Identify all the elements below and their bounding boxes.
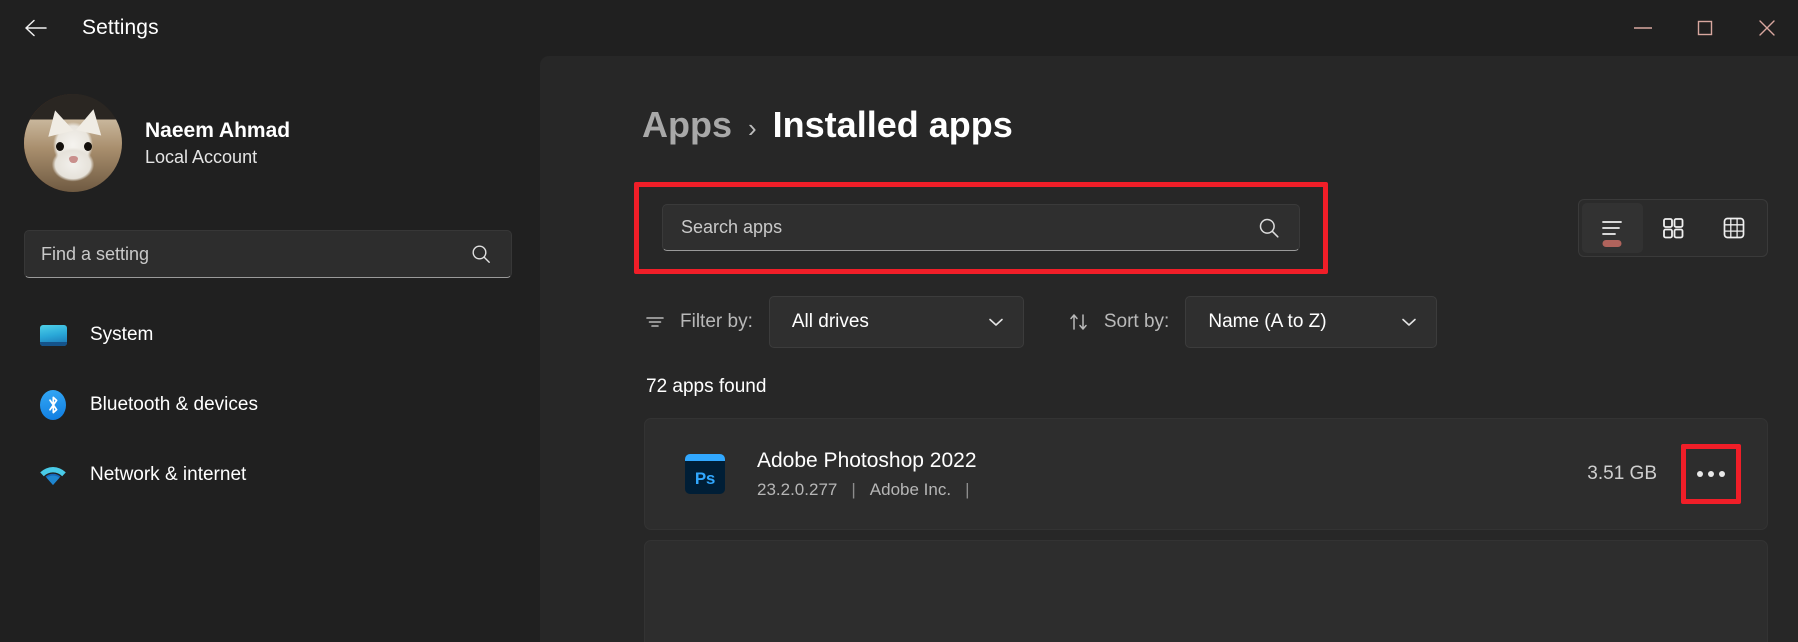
results-count: 72 apps found [646, 376, 767, 397]
app-size: 3.51 GB [1587, 463, 1657, 484]
avatar-decor [84, 142, 92, 151]
app-details: Adobe Photoshop 2022 23.2.0.277 | Adobe … [757, 448, 1587, 499]
sidebar-item-system[interactable]: System [20, 312, 526, 358]
app-publisher: Adobe Inc. [869, 479, 952, 499]
installed-apps-list: Ps Adobe Photoshop 2022 23.2.0.277 | Ado… [540, 418, 1798, 642]
app-name: Adobe Photoshop 2022 [757, 449, 977, 473]
minimize-icon [1634, 27, 1652, 29]
photoshop-icon-text: Ps [685, 454, 725, 494]
app-separator: | [965, 479, 970, 499]
title-bar: Settings [0, 0, 1798, 56]
chevron-down-icon [1399, 315, 1419, 329]
app-list-item[interactable] [644, 540, 1768, 642]
search-icon [1257, 216, 1281, 240]
sidebar-item-label: System [90, 324, 154, 345]
sidebar-item-bluetooth-devices[interactable]: Bluetooth & devices [20, 382, 526, 428]
filter-label: Filter by: [680, 311, 753, 332]
sort-value: Name (A to Z) [1208, 311, 1327, 332]
main-content: Apps › Installed apps Search apps Filter… [540, 56, 1798, 642]
breadcrumb-separator: › [748, 113, 757, 143]
monitor-icon [38, 320, 68, 350]
sidebar-item-network-internet[interactable]: Network & internet [20, 452, 526, 498]
photoshop-icon: Ps [683, 452, 727, 496]
view-toggle-list[interactable] [1582, 203, 1643, 253]
ellipsis-dot [1697, 471, 1703, 477]
sidebar-item-label: Network & internet [90, 464, 247, 485]
sort-icon [1066, 312, 1092, 332]
avatar [24, 94, 122, 192]
app-version: 23.2.0.277 [757, 479, 838, 499]
app-subtitle: 23.2.0.277 | Adobe Inc. | [757, 480, 1587, 500]
breadcrumb: Apps › Installed apps [642, 104, 1798, 146]
avatar-decor [56, 142, 64, 151]
sidebar-item-label: Bluetooth & devices [90, 394, 258, 415]
app-separator: | [851, 479, 856, 499]
back-arrow-icon [25, 19, 47, 37]
more-options-button[interactable] [1693, 456, 1729, 492]
account-text: Naeem Ahmad Local Account [145, 118, 290, 168]
maximize-icon [1697, 20, 1713, 36]
page-title: Installed apps [772, 104, 1013, 145]
filter-group: Filter by: All drives [642, 296, 1024, 348]
app-list-item[interactable]: Ps Adobe Photoshop 2022 23.2.0.277 | Ado… [644, 418, 1768, 530]
sort-dropdown[interactable]: Name (A to Z) [1185, 296, 1438, 348]
minimize-button[interactable] [1612, 0, 1674, 56]
close-icon [1759, 20, 1775, 36]
filter-value: All drives [791, 311, 869, 332]
wifi-icon [38, 460, 68, 490]
sort-group: Sort by: Name (A to Z) [1066, 296, 1438, 348]
table-icon [1723, 217, 1745, 239]
more-options-wrap [1681, 444, 1741, 504]
filter-sort-row: Filter by: All drives Sort by: Name (A t… [642, 296, 1798, 348]
find-a-setting-box[interactable] [24, 230, 512, 278]
search-icon [470, 243, 492, 265]
filter-icon [642, 313, 668, 331]
search-apps-input[interactable] [663, 217, 1257, 238]
filter-dropdown[interactable]: All drives [768, 296, 1024, 348]
sort-label: Sort by: [1103, 311, 1170, 332]
app-title: Settings [82, 16, 159, 39]
account-section[interactable]: Naeem Ahmad Local Account [24, 94, 540, 192]
settings-window: Settings Naeem Ahmad Local Account Find … [0, 0, 1798, 642]
view-toggle-details[interactable] [1703, 203, 1764, 253]
sidebar: Naeem Ahmad Local Account System [0, 56, 540, 642]
view-toggle-group [1578, 199, 1768, 257]
list-icon [1602, 221, 1623, 235]
avatar-decor [75, 106, 107, 136]
grid-icon [1663, 218, 1684, 239]
close-button[interactable] [1736, 0, 1798, 56]
chevron-down-icon [986, 315, 1006, 329]
ellipsis-dot [1708, 471, 1714, 477]
view-toggle-grid[interactable] [1643, 203, 1704, 253]
find-a-setting-input[interactable] [25, 243, 470, 265]
avatar-photo [24, 94, 122, 192]
account-type: Local Account [145, 147, 258, 168]
breadcrumb-parent[interactable]: Apps [642, 104, 732, 146]
account-name: Naeem Ahmad [145, 118, 291, 142]
window-controls [1612, 0, 1798, 56]
sidebar-nav: System Bluetooth & devices Network & int… [0, 312, 540, 498]
back-button[interactable] [14, 10, 58, 46]
bluetooth-icon [38, 390, 68, 420]
search-row [540, 182, 1798, 278]
search-apps-box[interactable] [662, 204, 1300, 251]
ellipsis-dot [1719, 471, 1725, 477]
maximize-button[interactable] [1674, 0, 1736, 56]
